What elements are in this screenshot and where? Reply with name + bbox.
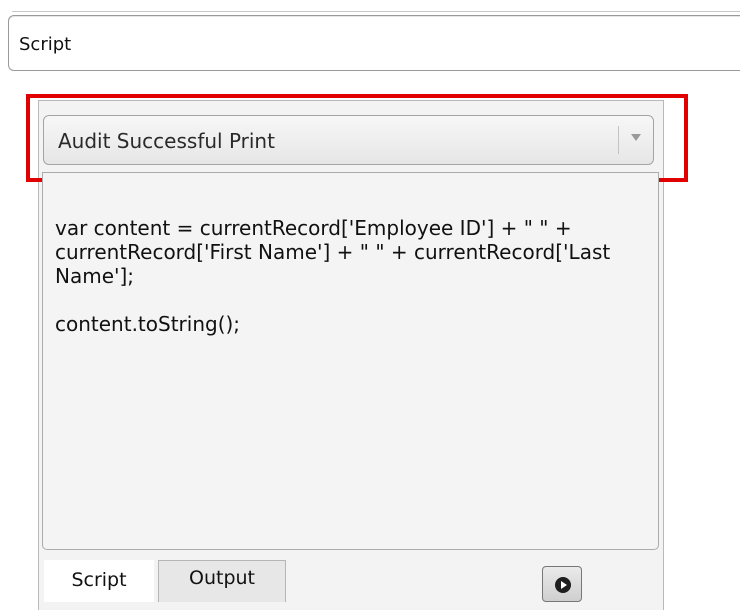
dropdown-selected-value: Audit Successful Print: [58, 129, 275, 153]
script-select-dropdown[interactable]: Audit Successful Print: [43, 115, 654, 165]
tab-script[interactable]: Script: [44, 560, 154, 602]
dropdown-separator: [618, 126, 619, 154]
tab-output[interactable]: Output: [158, 560, 286, 602]
script-field[interactable]: Script: [8, 15, 740, 71]
run-button[interactable]: [542, 566, 582, 602]
script-editor[interactable]: var content = currentRecord['Employee ID…: [42, 172, 659, 550]
play-circle-icon: [555, 577, 571, 593]
chevron-down-icon[interactable]: [631, 134, 641, 141]
divider: [12, 11, 740, 12]
script-field-label: Script: [19, 34, 72, 55]
